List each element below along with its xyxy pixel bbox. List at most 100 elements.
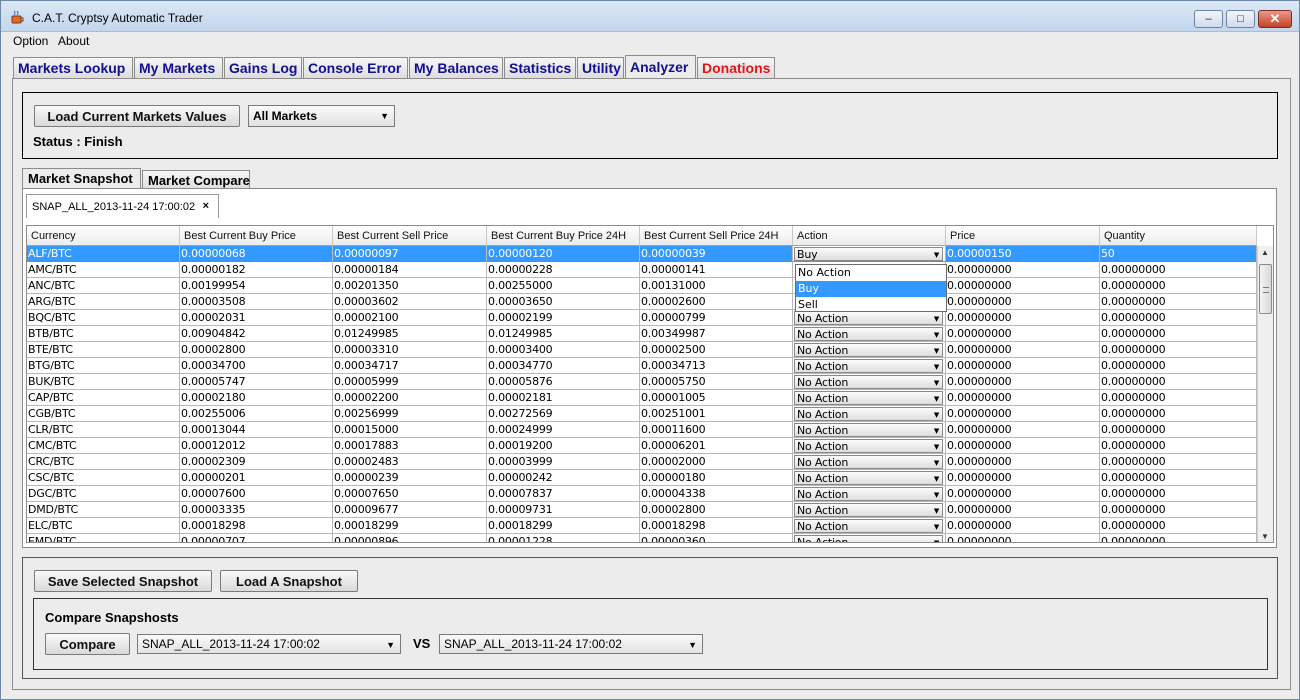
action-cell[interactable]: No Action ▼: [793, 518, 946, 534]
table-row[interactable]: BQC/BTC 0.00002031 0.00002100 0.00002199 0.0…: [27, 310, 1257, 326]
tab-gains-log[interactable]: Gains Log: [224, 57, 302, 79]
table-cell[interactable]: 0.00002100: [333, 310, 487, 326]
table-cell[interactable]: 0.00034717: [333, 358, 487, 374]
table-cell[interactable]: 0.00000000: [946, 454, 1100, 470]
table-cell[interactable]: 0.00000000: [946, 326, 1100, 342]
tab-donations[interactable]: Donations: [697, 57, 775, 79]
action-cell[interactable]: No Action ▼: [793, 326, 946, 342]
action-cell[interactable]: Buy ▼: [793, 246, 946, 262]
table-cell[interactable]: 0.00002199: [487, 310, 640, 326]
table-cell[interactable]: ELC/BTC: [27, 518, 180, 534]
table-cell[interactable]: 0.00000000: [946, 262, 1100, 278]
column-header[interactable]: Currency: [27, 226, 180, 246]
table-cell[interactable]: 0.00000000: [946, 406, 1100, 422]
table-cell[interactable]: 0.00000150: [946, 246, 1100, 262]
menu-option[interactable]: Option: [13, 34, 48, 48]
action-select[interactable]: No Action ▼: [794, 487, 943, 501]
table-cell[interactable]: 0.00000239: [333, 470, 487, 486]
scroll-down-icon[interactable]: ▼: [1261, 532, 1269, 541]
table-cell[interactable]: CGB/BTC: [27, 406, 180, 422]
table-cell[interactable]: ALF/BTC: [27, 246, 180, 262]
table-cell[interactable]: 0.00018298: [180, 518, 333, 534]
table-cell[interactable]: 0.00000000: [946, 374, 1100, 390]
action-select[interactable]: No Action ▼: [794, 375, 943, 389]
table-cell[interactable]: CLR/BTC: [27, 422, 180, 438]
column-header[interactable]: Quantity: [1100, 226, 1257, 246]
table-row[interactable]: BTB/BTC 0.00904842 0.01249985 0.01249985 0.0…: [27, 326, 1257, 342]
table-cell[interactable]: 0.00000000: [1100, 390, 1257, 406]
table-cell[interactable]: ARG/BTC: [27, 294, 180, 310]
table-row[interactable]: EMD/BTC 0.00000707 0.00000896 0.00001228 0.0…: [27, 534, 1257, 542]
table-cell[interactable]: 0.00003999: [487, 454, 640, 470]
table-cell[interactable]: 0.00009677: [333, 502, 487, 518]
scroll-thumb[interactable]: [1259, 264, 1272, 314]
table-cell[interactable]: 0.00000000: [1100, 374, 1257, 390]
table-cell[interactable]: 0.00002600: [640, 294, 793, 310]
table-cell[interactable]: 0.00000707: [180, 534, 333, 542]
action-select[interactable]: No Action ▼: [794, 359, 943, 373]
table-cell[interactable]: 0.00000000: [946, 342, 1100, 358]
table-cell[interactable]: 0.00002500: [640, 342, 793, 358]
table-cell[interactable]: 0.00000000: [946, 486, 1100, 502]
table-cell[interactable]: 0.00003508: [180, 294, 333, 310]
table-cell[interactable]: 0.01249985: [487, 326, 640, 342]
load-current-markets-button[interactable]: Load Current Markets Values: [34, 105, 240, 127]
table-cell[interactable]: 0.00000000: [946, 518, 1100, 534]
table-cell[interactable]: 0.00000000: [1100, 358, 1257, 374]
table-cell[interactable]: 0.00034713: [640, 358, 793, 374]
table-cell[interactable]: 0.00000000: [1100, 502, 1257, 518]
action-cell[interactable]: No Action ▼: [793, 534, 946, 542]
dropdown-option-sell[interactable]: Sell: [796, 297, 946, 313]
table-cell[interactable]: 0.00272569: [487, 406, 640, 422]
action-select[interactable]: Buy ▼: [794, 247, 943, 261]
table-cell[interactable]: 0.00000000: [946, 278, 1100, 294]
table-row[interactable]: AMC/BTC 0.00000182 0.00000184 0.00000228 0.0…: [27, 262, 1257, 278]
right-snapshot-select[interactable]: SNAP_ALL_2013-11-24 17:00:02 ▼: [439, 634, 703, 654]
table-cell[interactable]: AMC/BTC: [27, 262, 180, 278]
table-cell[interactable]: 0.00017883: [333, 438, 487, 454]
tab-utility[interactable]: Utility: [577, 57, 624, 79]
action-cell[interactable]: No Action ▼: [793, 406, 946, 422]
table-cell[interactable]: 0.00013044: [180, 422, 333, 438]
table-cell[interactable]: 0.00007600: [180, 486, 333, 502]
action-select[interactable]: No Action ▼: [794, 343, 943, 357]
table-row[interactable]: ARG/BTC 0.00003508 0.00003602 0.00003650 0.0…: [27, 294, 1257, 310]
table-cell[interactable]: 0.00000000: [1100, 262, 1257, 278]
table-cell[interactable]: 0.00018299: [333, 518, 487, 534]
tab-markets-lookup[interactable]: Markets Lookup: [13, 57, 133, 79]
table-cell[interactable]: 0.00004338: [640, 486, 793, 502]
table-cell[interactable]: 0.00024999: [487, 422, 640, 438]
table-cell[interactable]: CRC/BTC: [27, 454, 180, 470]
table-cell[interactable]: 0.00000000: [1100, 486, 1257, 502]
column-header[interactable]: Best Current Buy Price: [180, 226, 333, 246]
table-cell[interactable]: 0.00000184: [333, 262, 487, 278]
action-cell[interactable]: No Action ▼: [793, 358, 946, 374]
table-row[interactable]: BUK/BTC 0.00005747 0.00005999 0.00005876 0.0…: [27, 374, 1257, 390]
table-cell[interactable]: 0.00002181: [487, 390, 640, 406]
table-cell[interactable]: 0.00349987: [640, 326, 793, 342]
table-cell[interactable]: 0.00131000: [640, 278, 793, 294]
action-cell[interactable]: No Action ▼: [793, 470, 946, 486]
table-row[interactable]: BTG/BTC 0.00034700 0.00034717 0.00034770 0.0…: [27, 358, 1257, 374]
action-select[interactable]: No Action ▼: [794, 503, 943, 517]
dropdown-option-buy[interactable]: Buy: [796, 281, 946, 297]
table-row[interactable]: CLR/BTC 0.00013044 0.00015000 0.00024999 0.0…: [27, 422, 1257, 438]
table-cell[interactable]: 0.00005876: [487, 374, 640, 390]
action-select[interactable]: No Action ▼: [794, 327, 943, 341]
action-cell[interactable]: No Action ▼: [793, 374, 946, 390]
table-cell[interactable]: 0.00006201: [640, 438, 793, 454]
table-cell[interactable]: 0.00000228: [487, 262, 640, 278]
column-header[interactable]: Best Current Sell Price: [333, 226, 487, 246]
table-cell[interactable]: 0.00000000: [1100, 294, 1257, 310]
table-cell[interactable]: 0.00001228: [487, 534, 640, 542]
table-cell[interactable]: DGC/BTC: [27, 486, 180, 502]
table-cell[interactable]: 0.00000000: [1100, 470, 1257, 486]
action-cell[interactable]: No Action ▼: [793, 390, 946, 406]
tab-statistics[interactable]: Statistics: [504, 57, 576, 79]
table-cell[interactable]: 0.00000000: [1100, 454, 1257, 470]
table-cell[interactable]: 0.00002031: [180, 310, 333, 326]
action-select[interactable]: No Action ▼: [794, 519, 943, 533]
table-cell[interactable]: 0.00000799: [640, 310, 793, 326]
table-cell[interactable]: 0.00199954: [180, 278, 333, 294]
tab-my-balances[interactable]: My Balances: [409, 57, 503, 79]
